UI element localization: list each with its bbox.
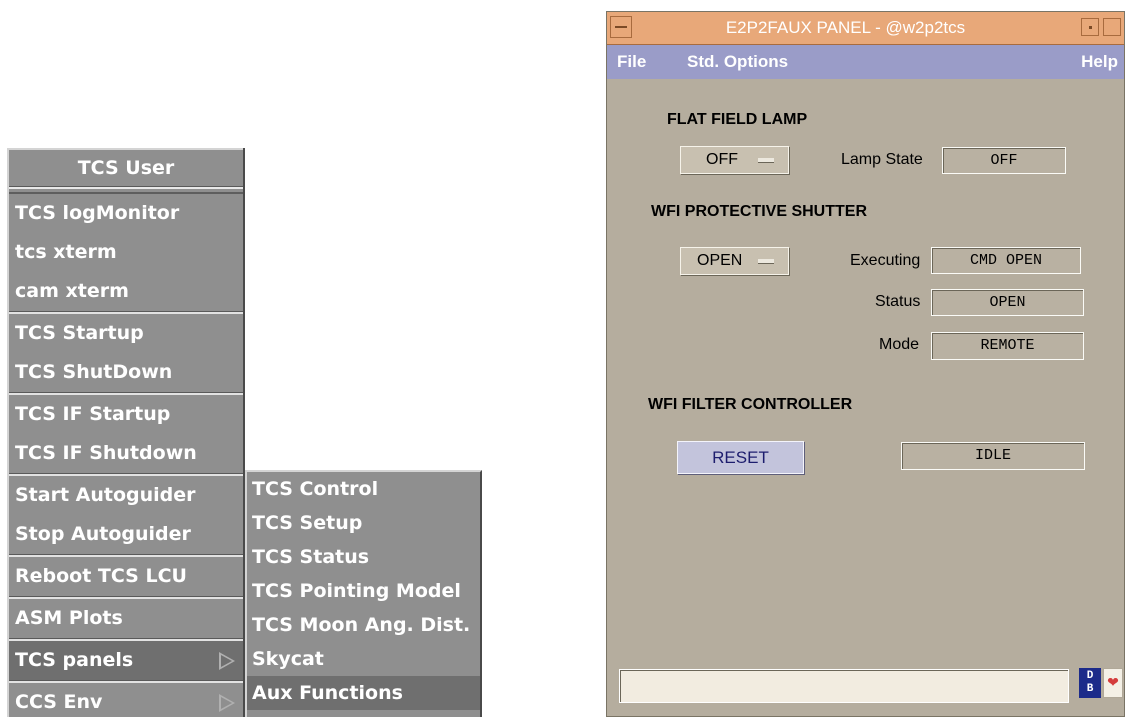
aux-panel-window: E2P2FAUX PANEL - @w2p2tcs File Std. Opti… (606, 11, 1125, 717)
menu-item-tcs-if-shutdown[interactable]: TCS IF Shutdown (9, 434, 243, 473)
submenu-item-tcs-setup[interactable]: TCS Setup (247, 506, 480, 540)
option-value: OPEN (697, 252, 743, 269)
filter-controller-header: WFI FILTER CONTROLLER (648, 396, 853, 413)
mode-value: REMOTE (931, 332, 1084, 360)
menu-item-tcs-shutdown[interactable]: TCS ShutDown (9, 353, 243, 392)
option-value: OFF (706, 151, 738, 168)
menu-item-tcs-xterm[interactable]: tcs xterm (9, 233, 243, 272)
menu-item-label: TCS panels (15, 649, 134, 671)
maximize-icon[interactable] (1103, 18, 1121, 36)
tcs-panels-submenu: TCS Control TCS Setup TCS Status TCS Poi… (245, 470, 482, 717)
menu-item-tcs-if-startup[interactable]: TCS IF Startup (9, 395, 243, 434)
submenu-item-aux-functions[interactable]: Aux Functions (247, 676, 480, 710)
filter-state-value: IDLE (901, 442, 1085, 470)
option-menu-indicator-icon (758, 259, 774, 264)
status-value: OPEN (931, 289, 1084, 316)
submenu-item-tcs-moon-ang-dist[interactable]: TCS Moon Ang. Dist. (247, 608, 480, 642)
window-title-bar[interactable]: E2P2FAUX PANEL - @w2p2tcs (607, 12, 1124, 45)
menu-title-separator (9, 187, 243, 194)
option-menu-indicator-icon (758, 158, 774, 163)
menu-item-reboot-tcs-lcu[interactable]: Reboot TCS LCU (9, 557, 243, 596)
menu-item-tcs-startup[interactable]: TCS Startup (9, 314, 243, 353)
message-field[interactable] (619, 669, 1069, 703)
protective-shutter-header: WFI PROTECTIVE SHUTTER (651, 203, 867, 220)
executing-label: Executing (850, 252, 921, 269)
submenu-item-tcs-status[interactable]: TCS Status (247, 540, 480, 574)
menu-file[interactable]: File (617, 45, 646, 79)
cascade-arrow-icon (219, 652, 235, 670)
menu-item-cam-xterm[interactable]: cam xterm (9, 272, 243, 311)
menu-item-start-autoguider[interactable]: Start Autoguider (9, 476, 243, 515)
menu-help[interactable]: Help (1081, 45, 1118, 79)
submenu-item-tcs-control[interactable]: TCS Control (247, 472, 480, 506)
database-icon[interactable]: DB (1079, 668, 1101, 698)
shutter-option-menu[interactable]: OPEN (680, 247, 789, 275)
menu-item-stop-autoguider[interactable]: Stop Autoguider (9, 515, 243, 554)
lamp-state-label: Lamp State (841, 151, 923, 168)
executing-value: CMD OPEN (931, 247, 1081, 274)
flat-field-lamp-option-menu[interactable]: OFF (680, 146, 789, 174)
cascade-arrow-icon (219, 694, 235, 712)
mode-label: Mode (879, 336, 920, 353)
submenu-item-tcs-pointing-model[interactable]: TCS Pointing Model (247, 574, 480, 608)
menu-title: TCS User (9, 148, 243, 187)
lamp-state-value: OFF (942, 147, 1066, 174)
panel-menubar: File Std. Options Help (607, 45, 1124, 79)
minimize-icon[interactable] (1081, 18, 1099, 36)
window-menu-icon[interactable] (610, 16, 632, 38)
menu-item-label: CCS Env (15, 691, 103, 713)
reset-button[interactable]: RESET (677, 441, 804, 474)
menu-item-asm-plots[interactable]: ASM Plots (9, 599, 243, 638)
status-label: Status (875, 293, 921, 310)
menu-item-tcs-logmonitor[interactable]: TCS logMonitor (9, 194, 243, 233)
heart-icon[interactable]: ❤ (1103, 668, 1123, 698)
menu-std-options[interactable]: Std. Options (687, 45, 788, 79)
menu-item-tcs-panels[interactable]: TCS panels (9, 641, 243, 680)
menu-item-ccs-env[interactable]: CCS Env (9, 683, 243, 722)
window-title: E2P2FAUX PANEL - @w2p2tcs (725, 18, 966, 37)
tcs-user-menu: TCS User TCS logMonitor tcs xterm cam xt… (7, 148, 245, 717)
submenu-item-skycat[interactable]: Skycat (247, 642, 480, 676)
flat-field-lamp-header: FLAT FIELD LAMP (667, 111, 808, 128)
